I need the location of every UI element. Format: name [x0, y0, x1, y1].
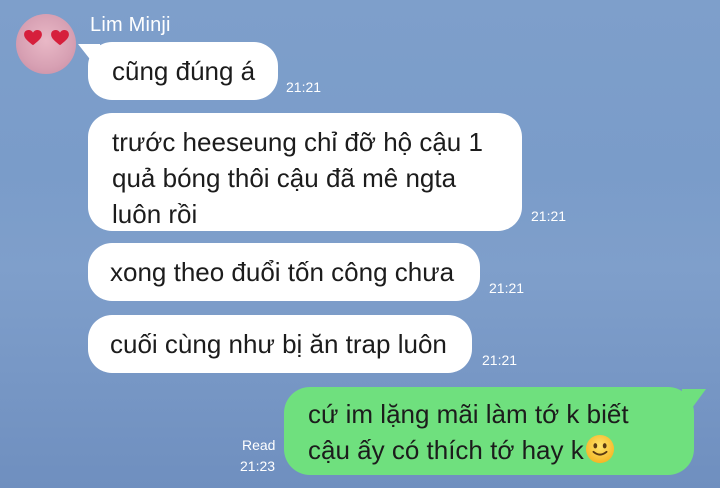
- heart-icon: [51, 30, 69, 46]
- message-text: cuối cùng như bị ăn trap luôn: [110, 329, 447, 359]
- incoming-message-bubble[interactable]: cũng đúng á: [88, 42, 278, 100]
- message-text: cũng đúng á: [112, 56, 256, 86]
- read-receipt: Read: [242, 437, 276, 453]
- message-timestamp: 21:21: [531, 208, 567, 224]
- message-text: xong theo đuổi tốn công chưa: [110, 257, 455, 287]
- incoming-message-bubble[interactable]: trước heeseung chỉ đỡ hộ cậu 1 quả bóng …: [88, 113, 522, 231]
- message-text: trước heeseung chỉ đỡ hộ cậu 1: [112, 127, 483, 157]
- message-text: quả bóng thôi cậu đã mê ngta: [112, 163, 457, 193]
- contact-avatar[interactable]: [16, 14, 76, 74]
- message-timestamp: 21:21: [482, 352, 518, 368]
- incoming-message-bubble[interactable]: cuối cùng như bị ăn trap luôn: [88, 315, 472, 373]
- message-timestamp: 21:21: [489, 280, 525, 296]
- message-text: luôn rồi: [112, 199, 198, 229]
- sender-name[interactable]: Lim Minji: [90, 14, 171, 37]
- slightly-smiling-face-icon: [585, 434, 614, 464]
- heart-icon: [24, 30, 42, 46]
- message-timestamp: 21:21: [286, 79, 322, 95]
- outgoing-message-bubble[interactable]: cứ im lặng mãi làm tớ k biết cậu ấy có t…: [284, 387, 694, 475]
- message-timestamp: 21:23: [240, 458, 276, 474]
- message-text: cứ im lặng mãi làm tớ k biết: [308, 399, 629, 429]
- message-line: cậu ấy có thích tớ hay k: [308, 432, 670, 468]
- incoming-message-bubble[interactable]: xong theo đuổi tốn công chưa: [88, 243, 480, 301]
- message-text: cậu ấy có thích tớ hay k: [308, 435, 584, 465]
